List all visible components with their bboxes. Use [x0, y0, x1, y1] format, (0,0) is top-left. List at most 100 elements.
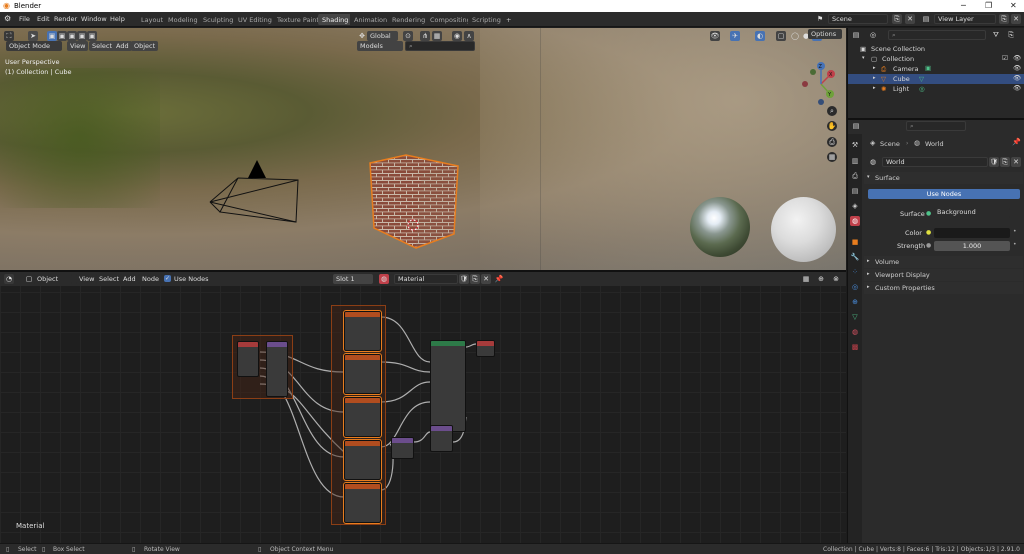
color-swatch[interactable]	[934, 228, 1010, 238]
select-mode-invert-icon[interactable]: ▣	[77, 31, 87, 41]
image-texture-node[interactable]	[343, 353, 382, 395]
camera-object[interactable]	[200, 150, 310, 230]
snap-icon[interactable]: ⋔	[420, 31, 430, 41]
visibility-icon[interactable]: 👁	[710, 31, 720, 41]
zoom-icon[interactable]: ⌕	[827, 106, 837, 116]
particles-tab-icon[interactable]: ⁘	[850, 267, 860, 277]
surface-shader-selector[interactable]: Background	[934, 208, 1010, 218]
scene-icon[interactable]: ⚑	[815, 14, 825, 24]
outliner-scene-collection[interactable]: ▣ Scene Collection	[848, 44, 1024, 54]
new-scene-icon[interactable]: ⎘	[892, 14, 902, 24]
fake-user-icon[interactable]: 🛡	[989, 157, 999, 167]
falloff-icon[interactable]: ∧	[464, 31, 474, 41]
unlink-world-icon[interactable]: ✕	[1011, 157, 1021, 167]
material-tab-icon[interactable]: ◍	[850, 327, 860, 337]
options-dropdown[interactable]: Options	[808, 29, 842, 39]
mode-dropdown[interactable]: Object Mode	[6, 41, 62, 51]
viewport-menu-add[interactable]: Add	[113, 41, 132, 51]
volume-panel-header[interactable]: ▸ Volume	[864, 256, 1023, 268]
xray-icon[interactable]: ▢	[776, 31, 786, 41]
view-layer-icon[interactable]: ▤	[921, 14, 931, 24]
pin-icon[interactable]: 📌	[1012, 138, 1021, 146]
perspective-toggle-icon[interactable]: ▦	[827, 152, 837, 162]
tab-layout[interactable]: Layout	[137, 14, 168, 25]
modifier-tab-icon[interactable]: 🔧	[850, 252, 860, 262]
displacement-node[interactable]	[430, 425, 453, 452]
new-collection-icon[interactable]: ⎘	[1006, 30, 1016, 40]
menu-render[interactable]: Render	[54, 15, 77, 23]
new-view-layer-icon[interactable]: ⎘	[999, 14, 1009, 24]
viewport-menu-view[interactable]: View	[67, 41, 89, 51]
tab-shading[interactable]: Shading	[318, 14, 353, 25]
outliner-type-icon[interactable]: ▤	[851, 30, 861, 40]
camera-view-icon[interactable]: ⎙	[827, 137, 837, 147]
render-tab-icon[interactable]: ▥	[850, 156, 860, 166]
output-tab-icon[interactable]: ⎙	[850, 171, 860, 181]
add-workspace-icon[interactable]: +	[502, 14, 516, 25]
menu-file[interactable]: File	[19, 15, 30, 23]
properties-type-icon[interactable]: ▤	[851, 121, 861, 131]
viewport-display-panel-header[interactable]: ▸ Viewport Display	[864, 269, 1023, 281]
close-icon[interactable]: ✕	[1010, 1, 1017, 10]
principled-bsdf-node[interactable]	[430, 340, 466, 432]
material-output-node[interactable]	[476, 340, 495, 357]
select-mode-subtract-icon[interactable]: ▣	[67, 31, 77, 41]
cube-object[interactable]	[364, 152, 464, 252]
orientation-dropdown[interactable]: Global	[367, 31, 398, 41]
world-tab-icon[interactable]: ◍	[850, 216, 860, 226]
object-tab-icon[interactable]: ■	[850, 237, 860, 247]
viewport-menu-select[interactable]: Select	[89, 41, 116, 51]
select-mode-new-icon[interactable]: ▣	[47, 31, 57, 41]
keyframe-dot-icon[interactable]: •	[1013, 228, 1017, 235]
tab-modeling[interactable]: Modeling	[164, 14, 202, 25]
overlay-icon[interactable]: ◐	[755, 31, 765, 41]
filter-icon[interactable]: ⛛	[991, 30, 1001, 40]
world-browse-icon[interactable]: ◍	[868, 157, 878, 167]
image-texture-node[interactable]	[343, 310, 382, 352]
select-mode-extend-icon[interactable]: ▣	[57, 31, 67, 41]
outliner-search-icon[interactable]: ⌕	[888, 30, 986, 40]
select-mode-intersect-icon[interactable]: ▣	[87, 31, 97, 41]
image-texture-node[interactable]	[343, 482, 382, 524]
delete-scene-icon[interactable]: ✕	[905, 14, 915, 24]
tab-texture-paint[interactable]: Texture Paint	[273, 14, 323, 25]
minimize-icon[interactable]: ─	[961, 1, 966, 10]
tab-sculpting[interactable]: Sculpting	[199, 14, 238, 25]
scene-selector[interactable]: Scene	[828, 14, 888, 24]
blender-menu-icon[interactable]: ⚙	[4, 14, 11, 23]
menu-window[interactable]: Window	[81, 15, 107, 23]
mapping-node[interactable]	[266, 341, 288, 397]
eye-icon[interactable]: 👁	[1013, 74, 1021, 82]
scene-tab-icon[interactable]: ◈	[850, 201, 860, 211]
texture-tab-icon[interactable]: ▩	[850, 342, 860, 352]
outliner-display-mode-icon[interactable]: ◎	[868, 30, 878, 40]
menu-edit[interactable]: Edit	[37, 15, 50, 23]
view-layer-selector[interactable]: View Layer	[934, 14, 996, 24]
3d-viewport[interactable]: ⛶ ➤ ▣ ▣ ▣ ▣ ▣ ✥ Global ⊙ ⋔ ▦ ◉ ∧ 👁 ✈ ◐ ▢…	[0, 28, 846, 270]
constraints-tab-icon[interactable]: ⊕	[850, 297, 860, 307]
models-dropdown[interactable]: Models	[357, 41, 403, 51]
outliner-item-light[interactable]: ▸ ✺ Light ◎ 👁	[848, 84, 1024, 94]
new-world-icon[interactable]: ⎘	[1000, 157, 1010, 167]
pan-hand-icon[interactable]: ✋	[827, 121, 837, 131]
surface-panel-header[interactable]: ▾ Surface	[864, 172, 1023, 184]
proportional-edit-icon[interactable]: ◉	[452, 31, 462, 41]
tab-scripting[interactable]: Scripting	[468, 14, 505, 25]
tab-animation[interactable]: Animation	[350, 14, 392, 25]
snap-target-icon[interactable]: ▦	[432, 31, 442, 41]
image-texture-node[interactable]	[343, 439, 382, 481]
shading-wireframe-icon[interactable]: ◯	[790, 31, 800, 41]
checkbox-icon[interactable]: ☑	[1002, 54, 1008, 62]
keyframe-dot-icon[interactable]: •	[1013, 241, 1017, 248]
editor-type-icon[interactable]: ⛶	[4, 31, 14, 41]
properties-search-icon[interactable]: ⌕	[906, 121, 966, 131]
strength-field[interactable]: 1.000	[934, 241, 1010, 251]
maximize-icon[interactable]: ❐	[985, 1, 992, 10]
custom-properties-panel-header[interactable]: ▸ Custom Properties	[864, 282, 1023, 294]
delete-view-layer-icon[interactable]: ✕	[1011, 14, 1021, 24]
texture-coordinate-node[interactable]	[237, 341, 259, 377]
world-name-field[interactable]: World	[882, 157, 988, 167]
view-layer-tab-icon[interactable]: ▤	[850, 186, 860, 196]
tab-rendering[interactable]: Rendering	[388, 14, 430, 25]
models-search-icon[interactable]: ⌕	[405, 41, 475, 51]
